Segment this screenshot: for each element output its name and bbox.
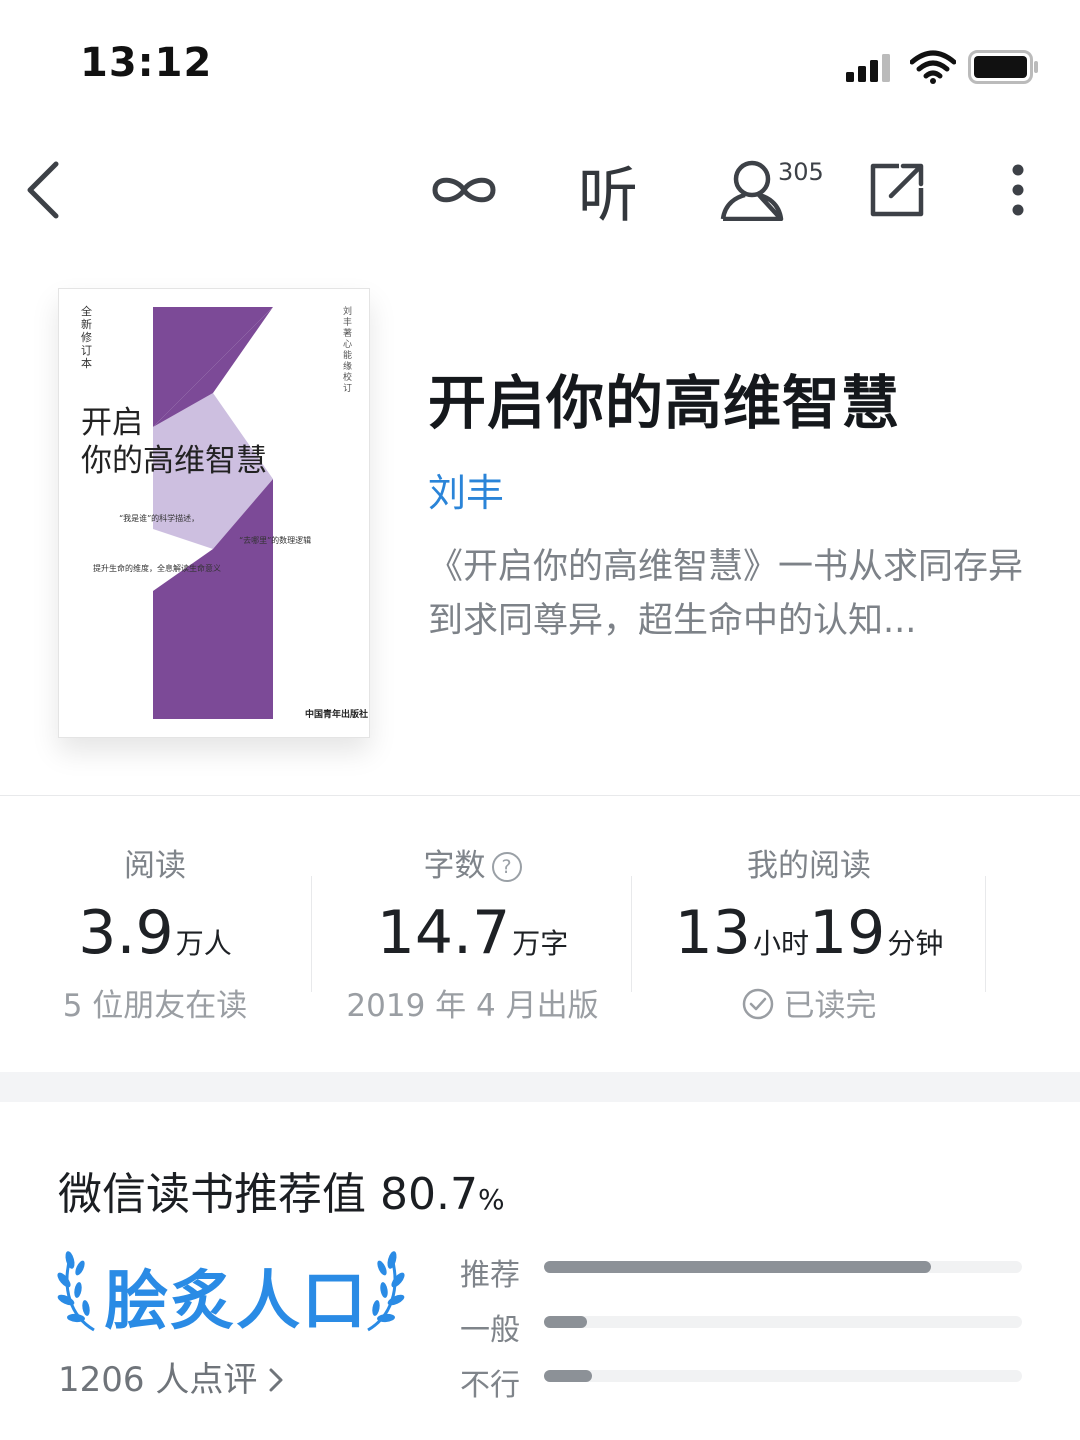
bar-fill-recommend xyxy=(544,1261,932,1273)
my-reading-label: 我的阅读 xyxy=(747,848,871,884)
bar-label-poor: 不行 xyxy=(460,1368,520,1403)
bar-track-recommend xyxy=(544,1261,1022,1273)
section-divider xyxy=(0,795,1080,796)
reads-label: 阅读 xyxy=(124,848,186,884)
person-icon xyxy=(720,160,784,221)
rating-badge: 脍炙人口 xyxy=(104,1265,368,1339)
section-gap xyxy=(0,1072,1080,1102)
bar-label-average: 一般 xyxy=(460,1313,520,1348)
infinity-icon xyxy=(432,177,496,203)
check-circle-icon xyxy=(742,988,773,1020)
book-cover[interactable]: 全新修订本 开启 你的高维智慧 刘丰著 心能缘 校订 “我是谁”的科学描述， “… xyxy=(58,288,370,738)
reading-minutes: 19 xyxy=(809,898,886,968)
word-count-number: 14.7 xyxy=(376,898,511,968)
recommend-score-text: 微信读书推荐值 80.7 xyxy=(58,1169,478,1220)
publish-date: 2019 年 4 月出版 xyxy=(346,988,599,1024)
bar-fill-poor xyxy=(544,1370,592,1382)
book-author-link[interactable]: 刘丰 xyxy=(428,462,504,517)
chevron-left-icon xyxy=(27,161,59,219)
share-icon xyxy=(870,163,924,217)
status-time: 13:12 xyxy=(80,40,213,86)
cover-tagline-2: “去哪里”的数理逻辑 xyxy=(239,536,312,545)
reading-minutes-unit: 分钟 xyxy=(887,927,944,960)
recommend-score-title: 微信读书推荐值 80.7% xyxy=(58,1158,505,1222)
reading-hours-unit: 小时 xyxy=(752,927,809,960)
cover-tagline-3: 提升生命的维度，全息解读生命意义 xyxy=(93,564,221,573)
bar-label-recommend: 推荐 xyxy=(460,1258,520,1293)
friends-reading-link[interactable]: 5 位朋友在读 xyxy=(30,980,280,1025)
word-count-unit: 万字 xyxy=(512,927,569,960)
cover-tagline-1: “我是谁”的科学描述， xyxy=(119,514,200,523)
cover-publisher: 中国青年出版社 xyxy=(305,710,369,720)
cover-art xyxy=(153,307,273,719)
finished-status[interactable]: 已读完 xyxy=(648,980,970,1025)
chevron-right-icon xyxy=(269,1368,283,1392)
back-button[interactable] xyxy=(18,158,66,222)
infinite-card-button[interactable] xyxy=(428,158,500,222)
word-count-label: 字数? xyxy=(330,840,615,885)
help-icon[interactable]: ? xyxy=(491,852,522,882)
bar-fill-average xyxy=(544,1316,588,1328)
share-button[interactable] xyxy=(866,158,928,222)
battery-icon xyxy=(968,50,1038,84)
cellular-signal-icon xyxy=(846,54,890,82)
bar-track-poor xyxy=(544,1370,1022,1382)
reading-hours: 13 xyxy=(674,898,751,968)
word-count-value: 14.7万字 xyxy=(330,898,615,968)
reads-value: 3.9万人 xyxy=(30,898,280,968)
reads-unit: 万人 xyxy=(175,927,232,960)
cover-edition: 全新修订本 xyxy=(81,305,92,370)
wifi-icon xyxy=(910,50,956,84)
stat-separator xyxy=(311,876,312,992)
bar-track-average xyxy=(544,1316,1022,1328)
word-count-label-text: 字数 xyxy=(423,848,486,884)
percent-sign: % xyxy=(477,1183,505,1216)
reads-number: 3.9 xyxy=(78,898,174,968)
stat-separator xyxy=(985,876,986,992)
finished-label: 已读完 xyxy=(783,988,877,1024)
book-description[interactable]: 《开启你的高维智慧》一书从求同存异到求同尊异，超生命中的认知... xyxy=(428,540,1028,648)
friends-count: 305 xyxy=(778,158,824,186)
more-button[interactable] xyxy=(1000,158,1036,222)
my-reading-value: 13小时19分钟 xyxy=(648,898,970,968)
listen-button[interactable]: 听 xyxy=(576,158,640,231)
book-title: 开启你的高维智慧 xyxy=(428,369,901,437)
cover-author: 刘丰著 心能缘 校订 xyxy=(343,307,353,394)
stat-separator xyxy=(631,876,632,992)
reviews-count: 1206 人点评 xyxy=(58,1360,258,1400)
more-vertical-icon xyxy=(1012,164,1024,216)
reviews-link[interactable]: 1206 人点评 xyxy=(58,1352,284,1401)
cover-title-line2: 你的高维智慧 xyxy=(81,443,267,479)
